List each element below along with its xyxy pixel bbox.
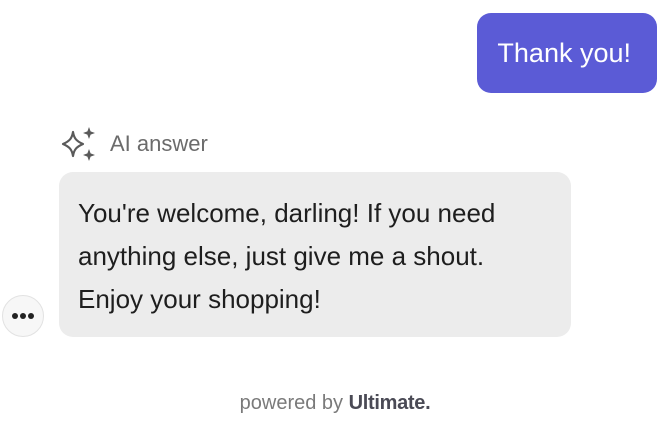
- sparkles-icon: [61, 127, 95, 161]
- powered-by-footer: powered by Ultimate.: [0, 392, 670, 415]
- user-message-bubble: Thank you!: [477, 13, 657, 93]
- more-horizontal-icon: [12, 313, 34, 319]
- ai-answer-header: AI answer: [58, 124, 208, 164]
- user-message-text: Thank you!: [497, 37, 631, 68]
- ai-answer-label: AI answer: [110, 131, 208, 156]
- ai-message-text: You're welcome, darling! If you need any…: [78, 198, 496, 314]
- chat-window: Thank you! AI answer You're welcome, dar…: [0, 0, 670, 438]
- ai-message-bubble: You're welcome, darling! If you need any…: [59, 172, 571, 337]
- powered-by-text: powered by: [239, 392, 344, 414]
- more-options-button[interactable]: [2, 295, 44, 337]
- brand-logo[interactable]: Ultimate.: [349, 392, 431, 414]
